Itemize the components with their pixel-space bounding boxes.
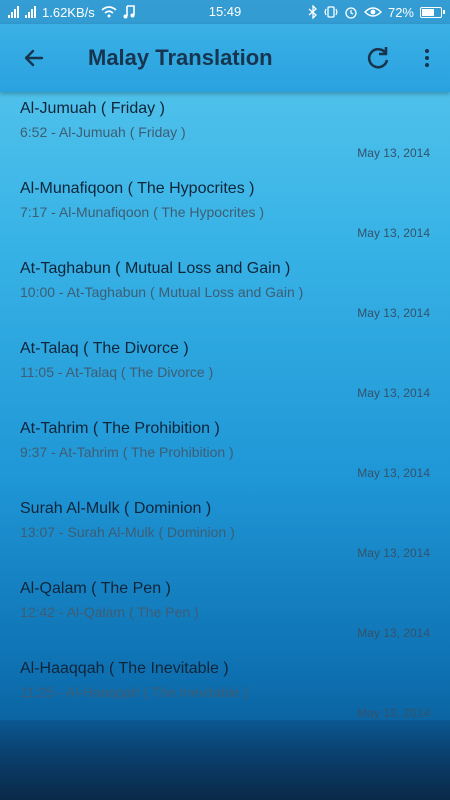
list-item[interactable]: Al-Munafiqoon ( The Hypocrites ) 7:17 - … (0, 172, 450, 252)
item-date: May 13, 2014 (357, 226, 430, 240)
item-title: At-Talaq ( The Divorce ) (20, 340, 189, 357)
item-subtitle: 9:37 - At-Tahrim ( The Prohibition ) (20, 444, 234, 460)
item-title: Surah Al-Mulk ( Dominion ) (20, 500, 212, 517)
status-time: 15:49 (208, 4, 242, 19)
item-subtitle: 10:00 - At-Taghabun ( Mutual Loss and Ga… (20, 284, 304, 300)
more-options-button[interactable] (418, 44, 436, 72)
item-date: May 13, 2014 (357, 546, 430, 560)
item-date: May 13, 2014 (357, 306, 430, 320)
list-item[interactable]: Surah Al-Mulk ( Dominion ) 13:07 - Surah… (0, 492, 450, 572)
back-button[interactable] (14, 38, 54, 78)
list-item[interactable]: Al-Haaqqah ( The Inevitable ) 11:25 - Al… (0, 652, 450, 720)
more-vert-icon-dot (425, 49, 429, 53)
arrow-left-icon (24, 49, 44, 67)
item-date: May 13, 2014 (357, 386, 430, 400)
item-date: May 13, 2014 (357, 626, 430, 640)
item-title: At-Tahrim ( The Prohibition ) (20, 420, 220, 437)
more-vert-icon-dot (425, 63, 429, 67)
list-item[interactable]: Al-Qalam ( The Pen ) 12:42 - Al-Qalam ( … (0, 572, 450, 652)
item-date: May 13, 2014 (357, 146, 430, 160)
list-item[interactable]: At-Talaq ( The Divorce ) 11:05 - At-Tala… (0, 332, 450, 412)
item-date: May 13, 2014 (357, 706, 430, 720)
item-date: May 13, 2014 (357, 466, 430, 480)
more-vert-icon-dot (425, 56, 429, 60)
translation-list: Al-Jumuah ( Friday ) 6:52 - Al-Jumuah ( … (0, 92, 450, 720)
item-title: Al-Jumuah ( Friday ) (20, 100, 165, 117)
item-subtitle: 11:05 - At-Talaq ( The Divorce ) (20, 364, 214, 380)
item-title: At-Taghabun ( Mutual Loss and Gain ) (20, 260, 291, 277)
list-item[interactable]: Al-Jumuah ( Friday ) 6:52 - Al-Jumuah ( … (0, 92, 450, 172)
item-subtitle: 6:52 - Al-Jumuah ( Friday ) (20, 124, 186, 140)
battery-fill (422, 8, 434, 16)
battery-icon (420, 6, 445, 18)
app-bar: Malay Translation (0, 24, 450, 92)
list-item[interactable]: At-Tahrim ( The Prohibition ) 9:37 - At-… (0, 412, 450, 492)
page-title: Malay Translation (88, 45, 273, 70)
item-subtitle: 7:17 - Al-Munafiqoon ( The Hypocrites ) (20, 204, 265, 220)
status-bar: 1.62KB/s 15:49 72% (0, 0, 450, 24)
item-subtitle: 12:42 - Al-Qalam ( The Pen ) (20, 604, 199, 620)
item-subtitle: 13:07 - Surah Al-Mulk ( Dominion ) (20, 524, 235, 540)
item-title: Al-Munafiqoon ( The Hypocrites ) (20, 180, 255, 197)
bottom-gradient (0, 720, 450, 800)
list-item[interactable]: At-Taghabun ( Mutual Loss and Gain ) 10:… (0, 252, 450, 332)
item-subtitle: 11:25 - Al-Haaqqah ( The Inevitable ) (20, 684, 249, 700)
item-title: Al-Haaqqah ( The Inevitable ) (20, 660, 229, 677)
refresh-button[interactable] (364, 44, 392, 72)
item-title: Al-Qalam ( The Pen ) (20, 580, 171, 597)
refresh-icon (367, 47, 389, 69)
